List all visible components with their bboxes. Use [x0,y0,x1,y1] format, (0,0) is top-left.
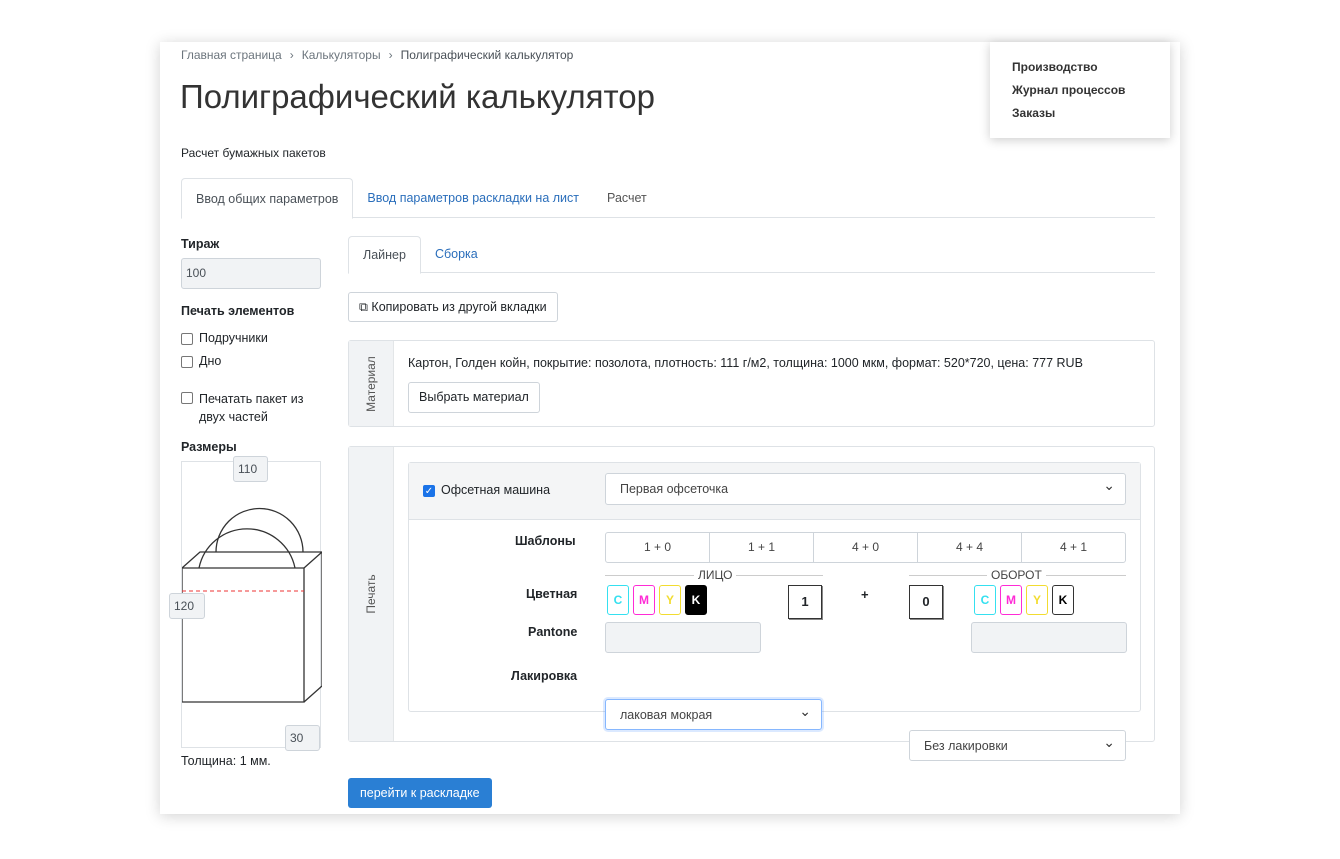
material-panel: Материал Картон, Голден койн, покрытие: … [348,340,1155,427]
breadcrumb: Главная страница › Калькуляторы › Полиграфич… [181,48,573,62]
checkbox-box[interactable] [181,392,193,404]
checkbox-label: Подручники [199,331,268,345]
ink-cyan[interactable]: C [607,585,629,615]
tirazh-label: Тираж [181,237,220,251]
menu-item-process-log[interactable]: Журнал процессов [1012,79,1148,102]
material-side-text: Материал [364,355,378,412]
ink-yellow[interactable]: Y [1026,585,1048,615]
template-button[interactable]: 1 + 0 [606,533,710,562]
page-title: Полиграфический калькулятор [180,78,656,115]
main-tabs: Ввод общих параметров Ввод параметров ра… [181,178,1155,219]
checkbox-two-parts[interactable]: Печатать пакет из двух частей [181,390,321,426]
ink-magenta[interactable]: M [1000,585,1022,615]
tirazh-input[interactable]: 100 [181,258,321,289]
template-button[interactable]: 4 + 4 [918,533,1022,562]
lacquer-face-select[interactable]: лаковая мокрая [605,696,822,730]
offset-label: Офсетная машина [441,483,551,497]
tab-calc[interactable]: Расчет [593,178,661,217]
bag-height-input[interactable]: 120 [169,593,205,619]
templates-group: 1 + 0 1 + 1 4 + 0 4 + 4 4 + 1 [605,532,1126,563]
ink-magenta[interactable]: M [633,585,655,615]
ink-black-selected[interactable]: K [685,585,707,615]
print-panel: Печать ✓ Офсетная машина Первая офсеточка… [348,446,1155,761]
machine-select[interactable]: Первая офсеточка [605,470,1126,505]
ink-black[interactable]: K [1052,585,1074,615]
lacquer-label: Лакировка [511,669,578,683]
breadcrumb-separator: › [289,48,294,62]
template-button[interactable]: 4 + 0 [814,533,918,562]
menu-item-orders[interactable]: Заказы [1012,102,1148,125]
templates-label: Шаблоны [515,534,576,548]
checkbox-handles[interactable]: Подручники [181,331,268,345]
subtab-liner[interactable]: Лайнер [348,236,421,274]
print-elements-label: Печать элементов [181,304,295,318]
subtab-assembly[interactable]: Сборка [421,236,492,272]
breadcrumb-home[interactable]: Главная страница [181,48,282,62]
checkbox-box[interactable] [181,333,193,345]
choose-material-button[interactable]: Выбрать материал [408,382,540,413]
back-count: 0 [909,585,943,619]
offset-checkbox[interactable]: ✓ Офсетная машина [423,483,550,497]
next-layout-button[interactable]: перейти к раскладке [348,778,492,808]
print-side-text: Печать [364,574,378,614]
sizes-label: Размеры [181,440,237,454]
ink-yellow[interactable]: Y [659,585,681,615]
copy-label: Копировать из другой вкладки [371,300,547,314]
bag-width-input[interactable]: 110 [233,456,268,482]
page-subtitle: Расчет бумажных пакетов [181,146,326,160]
sub-tabs: Лайнер Сборка [348,236,1155,274]
offset-box: ✓ Офсетная машина Первая офсеточка Шаблон… [408,462,1141,761]
plus-sign: + [861,587,869,602]
breadcrumb-current: Полиграфический калькулятор [400,48,574,62]
menu-item-production[interactable]: Производство [1012,56,1148,79]
print-side-label: Печать [349,447,394,741]
breadcrumb-separator: › [388,48,393,62]
tab-general[interactable]: Ввод общих параметров [181,178,354,219]
checkbox-label: Дно [199,354,222,368]
back-label: ОБОРОТ [987,568,1046,582]
main-card: Главная страница › Калькуляторы › Полиграфич… [160,42,1180,814]
checkbox-box[interactable] [181,356,193,368]
face-inks: CMYK [607,585,711,615]
template-button[interactable]: 4 + 1 [1022,533,1125,562]
checkbox-label: Печатать пакет из двух частей [199,392,304,424]
bag-depth-input[interactable]: 30 [285,725,320,751]
color-label: Цветная [526,587,578,601]
dropdown-menu: Производство Журнал процессов Заказы [990,42,1170,138]
breadcrumb-calculators[interactable]: Калькуляторы [302,48,381,62]
material-description: Картон, Голден койн, покрытие: позолота,… [408,356,1083,370]
pantone-face-input[interactable] [605,622,761,653]
tab-layout[interactable]: Ввод параметров раскладки на лист [353,178,593,217]
face-count: 1 [788,585,822,619]
face-label: ЛИЦО [694,568,737,582]
checkbox-bottom[interactable]: Дно [181,354,221,368]
thickness-text: Толщина: 1 мм. [181,754,271,768]
copy-icon: ⧉ [359,300,372,314]
copy-button[interactable]: ⧉ Копировать из другой вкладки [348,292,558,322]
pantone-label: Pantone [528,625,578,639]
ink-cyan[interactable]: C [974,585,996,615]
template-button[interactable]: 1 + 1 [710,533,814,562]
checkbox-checked-icon[interactable]: ✓ [423,485,435,497]
material-side-label: Материал [349,341,394,426]
pantone-back-input[interactable] [971,622,1127,653]
lacquer-back-select[interactable]: Без лакировки [909,727,1126,761]
back-inks: CMYK [974,585,1078,615]
